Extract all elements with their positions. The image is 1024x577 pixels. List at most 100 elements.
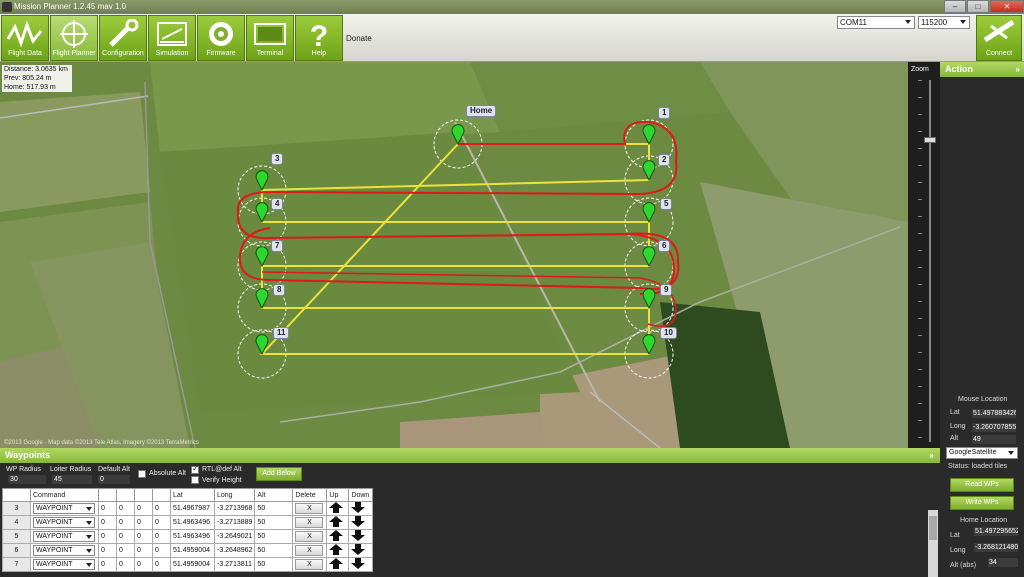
map-type-select[interactable]: GoogleSatellite	[946, 447, 1018, 459]
command-select[interactable]: WAYPOINT	[33, 559, 95, 570]
arrow-down-icon[interactable]	[351, 516, 366, 527]
param1-cell[interactable]: 0	[98, 501, 117, 516]
param1-cell[interactable]: 0	[98, 515, 117, 530]
waypoint-label-5[interactable]: 5	[660, 198, 673, 210]
waypoint-label-8[interactable]: 8	[273, 284, 286, 296]
wp-radius-input[interactable]: 30	[8, 475, 46, 484]
zoom-slider-handle[interactable]	[924, 137, 936, 143]
command-select[interactable]: WAYPOINT	[33, 503, 95, 514]
table-row[interactable]: 6 WAYPOINT 0 0 0 0 51.4959004 -3.2648962…	[2, 543, 374, 558]
param3-cell[interactable]: 0	[134, 501, 153, 516]
param3-cell[interactable]: 0	[134, 557, 153, 572]
verify-height-checkbox[interactable]	[191, 476, 199, 484]
arrow-up-icon[interactable]	[329, 516, 344, 527]
waypoint-label-4[interactable]: 4	[271, 198, 284, 210]
command-cell[interactable]: WAYPOINT	[30, 501, 99, 516]
lat-cell[interactable]: 51.4963496	[170, 529, 215, 544]
table-row[interactable]: 5 WAYPOINT 0 0 0 0 51.4963496 -3.2649021…	[2, 529, 374, 544]
satellite-map[interactable]	[0, 62, 908, 448]
action-header[interactable]: Action »	[940, 62, 1024, 77]
home-long-value[interactable]: -3.26812148094	[974, 543, 1018, 552]
home-lat-value[interactable]: 51.4972956525	[974, 527, 1018, 536]
close-button[interactable]: ✕	[990, 0, 1024, 13]
arrow-down-icon[interactable]	[351, 502, 366, 513]
command-select[interactable]: WAYPOINT	[33, 545, 95, 556]
firmware-button[interactable]: Firmware	[197, 15, 245, 61]
read-wps-button[interactable]: Read WPs	[950, 478, 1014, 492]
param3-cell[interactable]: 0	[134, 515, 153, 530]
command-cell[interactable]: WAYPOINT	[30, 557, 99, 572]
home-marker-label[interactable]: Home	[466, 105, 497, 117]
param2-cell[interactable]: 0	[116, 501, 135, 516]
com-port-select[interactable]: COM11	[837, 16, 915, 29]
command-cell[interactable]: WAYPOINT	[30, 529, 99, 544]
delete-button[interactable]: X	[295, 545, 324, 556]
param2-cell[interactable]: 0	[116, 529, 135, 544]
waypoint-label-10[interactable]: 10	[660, 327, 677, 339]
alt-cell[interactable]: 50	[254, 501, 294, 516]
collapse-chevron-icon[interactable]: »	[930, 448, 934, 463]
flight-planner-button[interactable]: Flight Planner	[50, 15, 98, 61]
param1-cell[interactable]: 0	[98, 529, 117, 544]
loiter-radius-input[interactable]: 45	[52, 475, 92, 484]
param4-cell[interactable]: 0	[152, 543, 171, 558]
param2-cell[interactable]: 0	[116, 557, 135, 572]
absolute-alt-checkbox[interactable]	[138, 470, 146, 478]
table-row[interactable]: 3 WAYPOINT 0 0 0 0 51.4967987 -3.2713968…	[2, 501, 374, 516]
long-cell[interactable]: -3.2648962	[213, 543, 256, 558]
param1-cell[interactable]: 0	[98, 557, 117, 572]
waypoint-label-11[interactable]: 11	[273, 327, 290, 339]
param4-cell[interactable]: 0	[152, 557, 171, 572]
command-select[interactable]: WAYPOINT	[33, 517, 95, 528]
arrow-up-icon[interactable]	[329, 558, 344, 569]
write-wps-button[interactable]: Write WPs	[950, 496, 1014, 510]
command-select[interactable]: WAYPOINT	[33, 531, 95, 542]
waypoint-label-9[interactable]: 9	[660, 284, 673, 296]
rtl-def-alt-checkbox[interactable]	[191, 464, 199, 474]
waypoints-header[interactable]: Waypoints »	[0, 448, 940, 463]
home-alt-value[interactable]: 34	[988, 558, 1018, 567]
waypoints-scrollbar[interactable]	[928, 510, 938, 577]
donate-link[interactable]: Donate	[346, 34, 372, 43]
arrow-down-icon[interactable]	[351, 544, 366, 555]
zoom-track[interactable]	[929, 80, 931, 442]
param4-cell[interactable]: 0	[152, 529, 171, 544]
command-cell[interactable]: WAYPOINT	[30, 543, 99, 558]
waypoint-label-2[interactable]: 2	[658, 154, 671, 166]
lat-cell[interactable]: 51.4963496	[170, 515, 215, 530]
flight-data-button[interactable]: Flight Data	[1, 15, 49, 61]
command-cell[interactable]: WAYPOINT	[30, 515, 99, 530]
long-cell[interactable]: -3.2713968	[213, 501, 256, 516]
lat-cell[interactable]: 51.4959004	[170, 557, 215, 572]
arrow-down-icon[interactable]	[351, 530, 366, 541]
maximize-button[interactable]: □	[967, 0, 989, 13]
param2-cell[interactable]: 0	[116, 515, 135, 530]
waypoint-label-1[interactable]: 1	[658, 107, 671, 119]
waypoint-label-3[interactable]: 3	[271, 153, 284, 165]
lat-cell[interactable]: 51.4959004	[170, 543, 215, 558]
collapse-chevron-icon[interactable]: »	[1016, 62, 1020, 77]
arrow-up-icon[interactable]	[329, 502, 344, 513]
param4-cell[interactable]: 0	[152, 515, 171, 530]
arrow-down-icon[interactable]	[351, 558, 366, 569]
waypoint-label-6[interactable]: 6	[658, 240, 671, 252]
param3-cell[interactable]: 0	[134, 543, 153, 558]
delete-button[interactable]: X	[295, 503, 324, 514]
long-cell[interactable]: -3.2713811	[213, 557, 256, 572]
param3-cell[interactable]: 0	[134, 529, 153, 544]
alt-cell[interactable]: 50	[254, 557, 294, 572]
alt-cell[interactable]: 50	[254, 543, 294, 558]
param4-cell[interactable]: 0	[152, 501, 171, 516]
long-cell[interactable]: -3.2649021	[213, 529, 256, 544]
simulation-button[interactable]: Simulation	[148, 15, 196, 61]
delete-button[interactable]: X	[295, 531, 324, 542]
arrow-up-icon[interactable]	[329, 530, 344, 541]
delete-button[interactable]: X	[295, 559, 324, 570]
configuration-button[interactable]: Configuration	[99, 15, 147, 61]
scrollbar-thumb[interactable]	[929, 516, 937, 540]
default-alt-input[interactable]: 0	[98, 475, 130, 484]
baud-rate-select[interactable]: 115200	[918, 16, 970, 29]
connect-button[interactable]: Connect	[976, 15, 1022, 61]
arrow-up-icon[interactable]	[329, 544, 344, 555]
alt-cell[interactable]: 50	[254, 515, 294, 530]
